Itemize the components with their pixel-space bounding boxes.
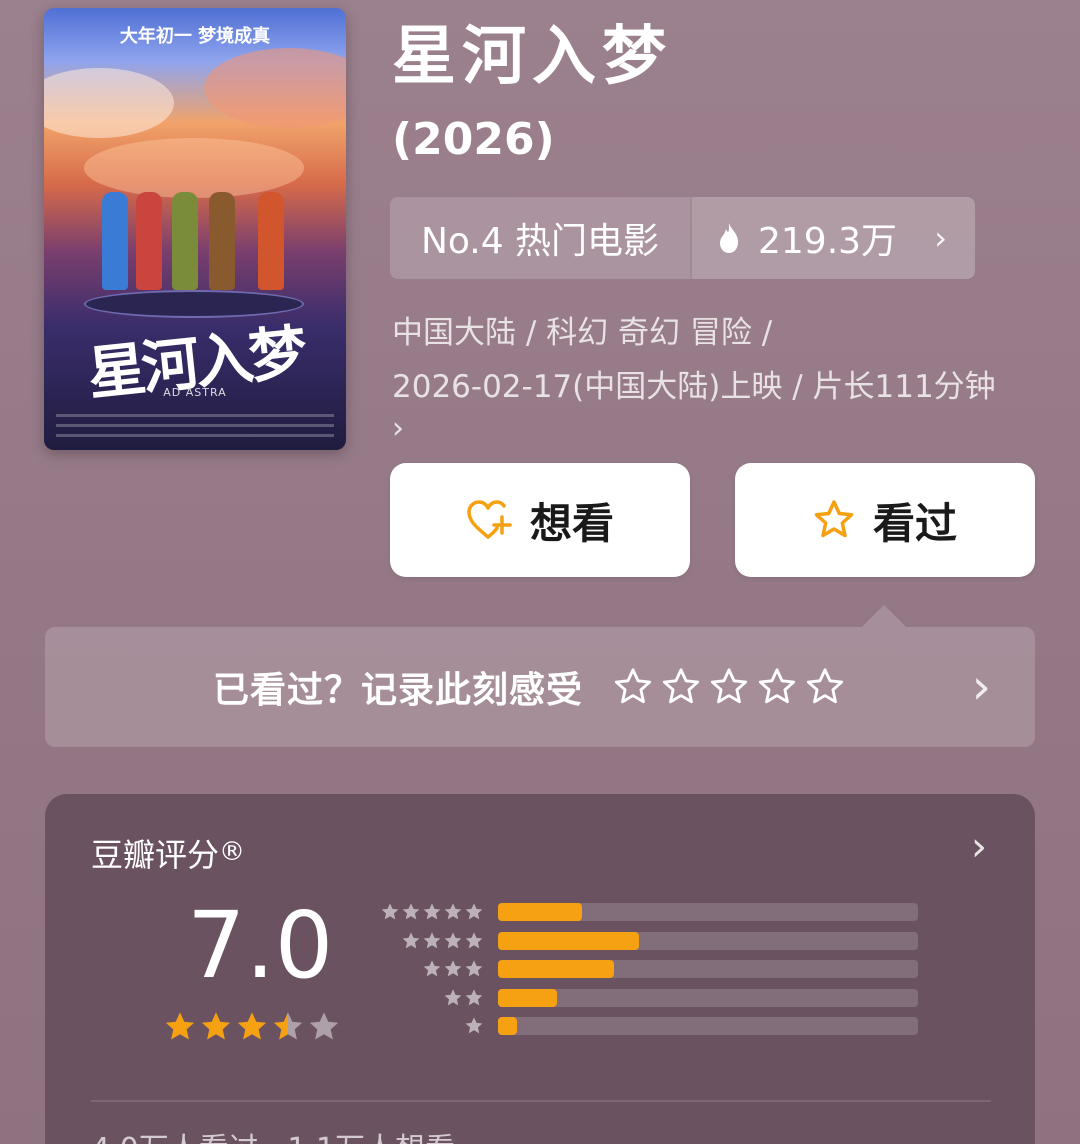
seen-label: 看过: [872, 498, 957, 548]
movie-title: 星河入梦: [392, 20, 672, 94]
poster-tagline: 大年初一 梦境成真: [119, 26, 271, 47]
heart-plus-icon: [467, 500, 512, 539]
poster-figure: [136, 192, 162, 290]
douban-rating-card[interactable]: 豆瓣评分® › 7.0 4.0万人看过 · 1.1万人想看: [45, 794, 1035, 1144]
record-feeling-row[interactable]: 已看过？记录此刻感受 ›: [45, 627, 1035, 747]
meta-genre-line: 中国大陆 / 科幻 奇幻 冒险 /: [392, 315, 773, 351]
rating-label-text: 豆瓣评分: [91, 836, 220, 874]
distribution-bar: [498, 1017, 517, 1036]
chevron-right-icon: ›: [934, 219, 947, 257]
poster-credits-line: [56, 424, 334, 427]
star-filled-icon: [444, 932, 462, 949]
distribution-track: [498, 988, 918, 1007]
distribution-star-count: [378, 988, 484, 1008]
heat-value: 219.3万: [758, 221, 898, 262]
want-label: 想看: [529, 498, 614, 548]
want-to-watch-button[interactable]: 想看: [390, 463, 690, 577]
poster-cloud: [44, 68, 174, 138]
record-prompt: 已看过？记录此刻感受: [213, 670, 584, 711]
distribution-track: [498, 960, 918, 979]
star-filled-icon: [237, 1012, 267, 1040]
star-filled-icon: [444, 903, 462, 920]
star-filled-icon: [423, 903, 441, 920]
chevron-right-icon[interactable]: ›: [392, 414, 1042, 444]
movie-detail-page: 大年初一 梦境成真 星河入梦 AD ASTRA 星河入梦 (2026) No.4…: [0, 0, 1080, 1144]
distribution-row: [378, 927, 918, 956]
chevron-right-icon[interactable]: ›: [971, 824, 987, 870]
star-filled-icon: [402, 932, 420, 949]
star-outline-icon[interactable]: [613, 667, 653, 707]
poster-figure: [209, 192, 235, 290]
star-filled-icon: [465, 932, 483, 949]
star-filled-icon: [165, 1012, 195, 1040]
distribution-row: [378, 898, 918, 927]
distribution-track: [498, 903, 918, 922]
star-filled-icon: [465, 1017, 483, 1034]
distribution-row: [378, 984, 918, 1013]
divider: [91, 1100, 991, 1102]
star-outline-icon[interactable]: [709, 667, 749, 707]
distribution-row: [378, 955, 918, 984]
tooltip-notch: [862, 605, 906, 627]
poster-figure: [172, 192, 198, 290]
poster-subtitle: AD ASTRA: [163, 386, 227, 399]
star-filled-icon: [201, 1012, 231, 1040]
distribution-bar: [498, 931, 639, 950]
meta-release-line: 2026-02-17(中国大陆)上映 / 片长111分钟: [392, 369, 996, 405]
distribution-row: [378, 1012, 918, 1041]
star-filled-icon: [465, 989, 483, 1006]
distribution-bar: [498, 903, 582, 922]
star-outline-icon[interactable]: [757, 667, 797, 707]
distribution-bar: [498, 960, 614, 979]
flame-icon: [720, 223, 738, 253]
poster-figure: [258, 192, 284, 290]
distribution-star-count: [378, 959, 484, 979]
watched-button[interactable]: 看过: [735, 463, 1035, 577]
star-outline-icon: [814, 500, 854, 538]
ranking-pill[interactable]: No.4 热门电影 219.3万 ›: [390, 197, 975, 279]
chevron-right-icon: ›: [971, 659, 991, 715]
star-outline-icon[interactable]: [805, 667, 845, 707]
poster-cloud: [204, 48, 346, 128]
poster-credits-line: [56, 434, 334, 437]
score-stars: [163, 1010, 343, 1044]
star-filled-icon: [444, 989, 462, 1006]
heat-section[interactable]: 219.3万 ›: [692, 197, 975, 279]
star-filled-icon: [465, 960, 483, 977]
rating-footer: 4.0万人看过 · 1.1万人想看: [91, 1124, 455, 1144]
rating-label: 豆瓣评分®: [91, 830, 245, 876]
registered-mark: ®: [219, 837, 246, 867]
poster-cloud: [84, 138, 304, 198]
star-outline-icon[interactable]: [661, 667, 701, 707]
movie-year: (2026): [392, 114, 555, 165]
star-filled-icon: [444, 960, 462, 977]
distribution-star-count: [378, 931, 484, 951]
poster-credits-line: [56, 414, 334, 417]
star-filled-icon: [423, 932, 441, 949]
star-filled-icon: [423, 960, 441, 977]
star-half-icon: [273, 1012, 303, 1040]
star-filled-icon: [465, 903, 483, 920]
distribution-bar: [498, 988, 557, 1007]
rating-distribution: [378, 898, 918, 1041]
distribution-track: [498, 931, 918, 950]
distribution-star-count: [378, 1016, 484, 1036]
poster-figure: [102, 192, 128, 290]
movie-meta[interactable]: 中国大陆 / 科幻 奇幻 冒险 / 2026-02-17(中国大陆)上映 / 片…: [392, 306, 1042, 444]
star-filled-icon: [381, 903, 399, 920]
star-filled-icon: [402, 903, 420, 920]
rating-score: 7.0: [187, 892, 334, 999]
movie-poster[interactable]: 大年初一 梦境成真 星河入梦 AD ASTRA: [44, 8, 346, 450]
rank-label: No.4 热门电影: [390, 197, 692, 279]
distribution-star-count: [378, 902, 484, 922]
distribution-track: [498, 1017, 918, 1036]
star-empty-icon: [309, 1012, 339, 1040]
rating-input-stars[interactable]: [613, 667, 853, 707]
